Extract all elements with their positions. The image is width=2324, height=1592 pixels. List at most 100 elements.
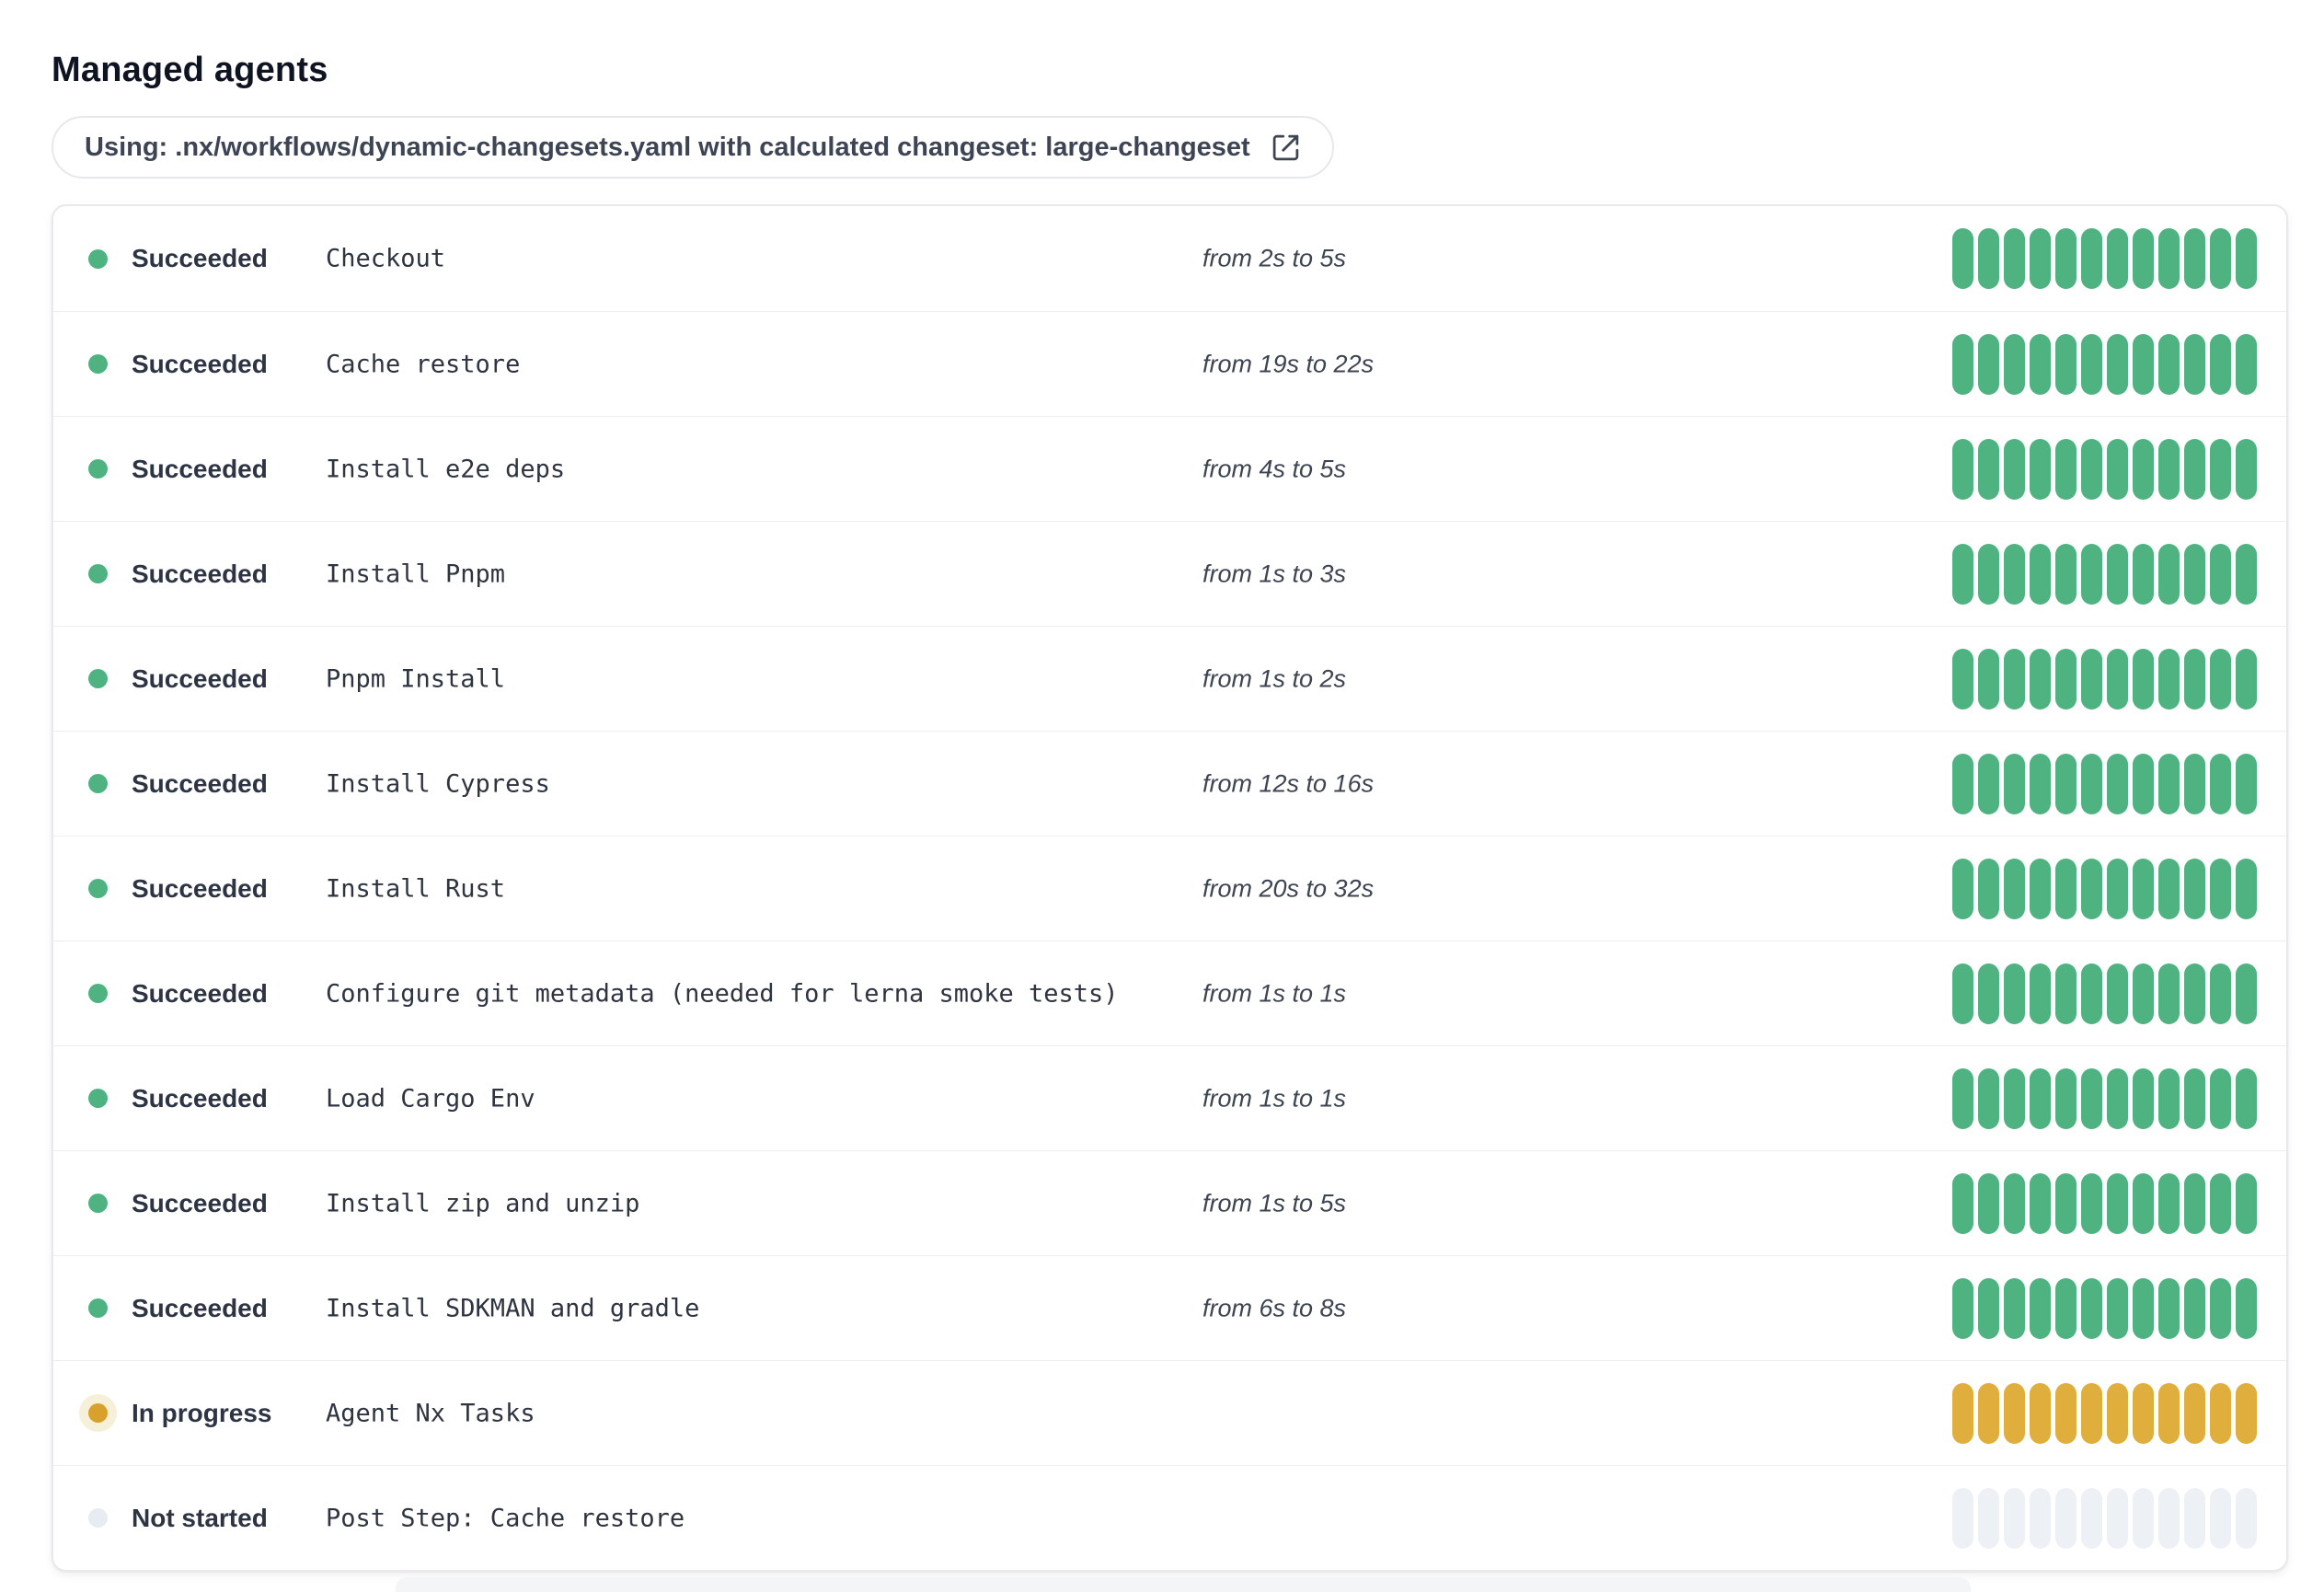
status-label: Succeeded xyxy=(132,244,268,272)
progress-pill xyxy=(2158,963,2180,1024)
external-link-icon xyxy=(1272,134,1298,160)
progress-pill xyxy=(2055,333,2077,395)
status-label: Succeeded xyxy=(132,349,268,378)
progress-pills xyxy=(1952,1067,2257,1129)
progress-pill xyxy=(2107,543,2128,605)
progress-pills xyxy=(1952,1277,2257,1339)
step-row[interactable]: Succeeded Load Cargo Env from 1s to 1s xyxy=(53,1045,2286,1150)
progress-pill xyxy=(2081,228,2102,289)
progress-pill xyxy=(2030,1067,2051,1129)
progress-pill xyxy=(2133,333,2154,395)
step-row[interactable]: Succeeded Install SDKMAN and gradle from… xyxy=(53,1255,2286,1360)
step-name: Load Cargo Env xyxy=(326,1084,535,1113)
status-dot-succeeded-icon xyxy=(88,564,108,583)
status-label: In progress xyxy=(132,1398,272,1427)
progress-pill xyxy=(1952,438,1973,500)
progress-pill xyxy=(2107,1067,2128,1129)
progress-pill xyxy=(1952,753,1973,814)
progress-pill xyxy=(2055,228,2077,289)
progress-pill xyxy=(1978,438,1999,500)
progress-pill xyxy=(2236,1487,2257,1549)
step-row[interactable]: Not started Post Step: Cache restore xyxy=(53,1465,2286,1570)
progress-pill xyxy=(2210,858,2231,919)
progress-pill xyxy=(2133,228,2154,289)
progress-pill xyxy=(2236,963,2257,1024)
progress-pill xyxy=(2030,858,2051,919)
step-row[interactable]: Succeeded Install Rust from 20s to 32s xyxy=(53,836,2286,940)
progress-pills xyxy=(1952,753,2257,814)
progress-pill xyxy=(2133,858,2154,919)
progress-pill xyxy=(1978,333,1999,395)
step-duration: from 19s to 22s xyxy=(1202,350,1375,377)
progress-pill xyxy=(2055,1067,2077,1129)
progress-pill xyxy=(2055,1277,2077,1339)
progress-pill xyxy=(2004,333,2025,395)
progress-pill xyxy=(2107,1487,2128,1549)
step-row[interactable]: Succeeded Checkout from 2s to 5s xyxy=(53,206,2286,311)
step-duration: from 1s to 1s xyxy=(1202,979,1347,1007)
step-name: Agent Nx Tasks xyxy=(326,1399,535,1427)
step-row[interactable]: Succeeded Install Pnpm from 1s to 3s xyxy=(53,521,2286,626)
progress-pill xyxy=(1978,648,1999,709)
status-label: Succeeded xyxy=(132,978,268,1008)
progress-pill xyxy=(1978,543,1999,605)
status-label: Succeeded xyxy=(132,1083,268,1113)
progress-pill xyxy=(2004,963,2025,1024)
progress-pill xyxy=(2184,228,2205,289)
progress-pills xyxy=(1952,858,2257,919)
progress-pill xyxy=(2158,1172,2180,1234)
step-name: Pnpm Install xyxy=(326,664,506,693)
progress-pill xyxy=(1952,1277,1973,1339)
progress-pill xyxy=(2184,1172,2205,1234)
progress-pill xyxy=(2158,1382,2180,1444)
progress-pill xyxy=(2004,753,2025,814)
progress-pill xyxy=(2210,333,2231,395)
progress-pill xyxy=(1952,228,1973,289)
progress-pill xyxy=(1952,1382,1973,1444)
progress-pill xyxy=(2055,648,2077,709)
progress-pill xyxy=(2236,1067,2257,1129)
progress-pill xyxy=(2184,543,2205,605)
progress-pill xyxy=(1978,228,1999,289)
progress-pill xyxy=(1952,648,1973,709)
progress-pill xyxy=(2030,543,2051,605)
progress-pill xyxy=(2133,963,2154,1024)
workflow-link-label: Using: .nx/workflows/dynamic-changesets.… xyxy=(85,132,1250,162)
step-name: Install SDKMAN and gradle xyxy=(326,1294,700,1322)
progress-pill xyxy=(2210,648,2231,709)
status-dot-succeeded-icon xyxy=(88,354,108,374)
step-row[interactable]: Succeeded Install e2e deps from 4s to 5s xyxy=(53,416,2286,521)
progress-pills xyxy=(1952,1172,2257,1234)
status-label: Succeeded xyxy=(132,559,268,588)
progress-pill xyxy=(1978,753,1999,814)
status-label: Succeeded xyxy=(132,873,268,903)
workflow-link-banner[interactable]: Using: .nx/workflows/dynamic-changesets.… xyxy=(52,116,1334,179)
status-dot-succeeded-icon xyxy=(88,774,108,793)
progress-pill xyxy=(1952,858,1973,919)
progress-pill xyxy=(1952,963,1973,1024)
progress-pill xyxy=(2030,963,2051,1024)
progress-pill xyxy=(2184,438,2205,500)
progress-pill xyxy=(2236,1382,2257,1444)
step-duration: from 4s to 5s xyxy=(1202,455,1347,482)
progress-pill xyxy=(2158,858,2180,919)
step-row[interactable]: Succeeded Install Cypress from 12s to 16… xyxy=(53,731,2286,836)
step-row[interactable]: In progress Agent Nx Tasks xyxy=(53,1360,2286,1465)
step-row[interactable]: Succeeded Pnpm Install from 1s to 2s xyxy=(53,626,2286,731)
progress-pills xyxy=(1952,963,2257,1024)
progress-pill xyxy=(2184,1382,2205,1444)
progress-pills xyxy=(1952,543,2257,605)
status-dot-succeeded-icon xyxy=(88,984,108,1003)
status-label: Succeeded xyxy=(132,768,268,798)
step-row[interactable]: Succeeded Install zip and unzip from 1s … xyxy=(53,1150,2286,1255)
step-duration: from 12s to 16s xyxy=(1202,769,1375,797)
step-name: Install Cypress xyxy=(326,769,550,798)
progress-pill xyxy=(2030,438,2051,500)
progress-pill xyxy=(2133,1067,2154,1129)
progress-pill xyxy=(2081,963,2102,1024)
progress-pill xyxy=(2158,1067,2180,1129)
step-row[interactable]: Succeeded Cache restore from 19s to 22s xyxy=(53,311,2286,416)
progress-pill xyxy=(2004,438,2025,500)
progress-pill xyxy=(1952,1172,1973,1234)
step-row[interactable]: Succeeded Configure git metadata (needed… xyxy=(53,940,2286,1045)
